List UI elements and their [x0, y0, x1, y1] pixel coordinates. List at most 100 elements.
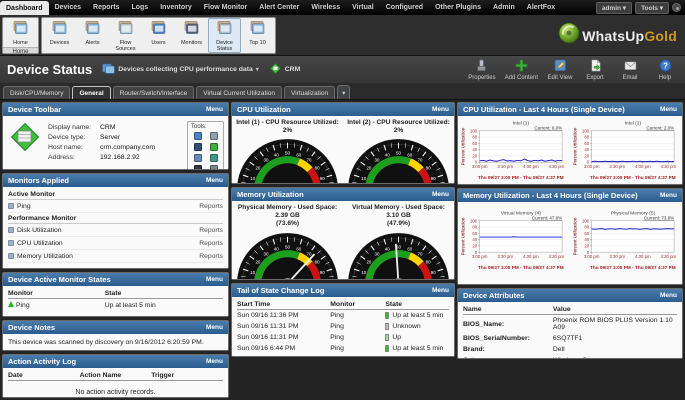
menu-item-reports[interactable]: Reports — [87, 0, 125, 15]
menu-item-configured[interactable]: Configured — [380, 0, 429, 15]
device-status-icon — [217, 21, 232, 39]
top-10-icon — [250, 21, 265, 39]
menu-button[interactable]: Menu — [206, 324, 223, 331]
svg-text:10: 10 — [361, 176, 366, 181]
line-chart: Physical Memory (5)Current: 73.8%0204060… — [570, 206, 682, 284]
panel-header: Monitors Applied Menu — [3, 174, 228, 187]
ribbon-item-flow-sources[interactable]: Flow Sources — [109, 18, 142, 53]
snmp-viewer-icon[interactable] — [210, 154, 218, 162]
menubar-right: admin ▾ Tools ▾ — [596, 0, 685, 15]
ribbon-item-home[interactable]: Home — [4, 18, 37, 47]
ribbon-item-label: Alerts — [85, 40, 99, 46]
menu-button[interactable]: Menu — [660, 106, 677, 113]
line-chart: Virtual Memory (4)Current: 47.8%02040608… — [458, 206, 570, 284]
add-content-button[interactable]: Add Content — [505, 59, 538, 81]
telnet-tool-icon[interactable] — [194, 165, 202, 169]
menu-item-alertfox[interactable]: AlertFox — [521, 0, 561, 15]
network-tools-icon[interactable] — [210, 132, 218, 140]
svg-text:20: 20 — [255, 259, 260, 264]
svg-text:20: 20 — [584, 243, 589, 248]
tools-menu-button[interactable]: Tools ▾ — [635, 2, 669, 14]
menu-button[interactable]: Menu — [206, 177, 223, 184]
ribbon-item-label: Flow Sources — [110, 40, 141, 52]
ribbon-item-monitors[interactable]: Monitors — [175, 18, 208, 53]
tab-virtual-current-utilization[interactable]: Virtual Current Utilization — [196, 86, 282, 99]
session-round-icon[interactable] — [672, 3, 681, 12]
ribbon-item-top-10[interactable]: Top 10 — [241, 18, 274, 53]
svg-text:80: 80 — [315, 259, 320, 264]
menu-button[interactable]: Menu — [660, 192, 677, 199]
gauge-label: Intel (2) - CPU Resource Utilized: 2% — [343, 116, 454, 136]
ribbon-item-devices[interactable]: Devices — [43, 18, 76, 53]
attribute-rows: BIOS_Name:Phoenix ROM BIOS PLUS Version … — [463, 315, 677, 358]
menu-item-dashboard[interactable]: Dashboard — [0, 1, 49, 15]
web-browse-icon[interactable] — [194, 132, 202, 140]
menu-item-wireless[interactable]: Wireless — [305, 0, 346, 15]
menu-item-admin[interactable]: Admin — [487, 0, 521, 15]
reports-link[interactable]: Reports — [199, 253, 223, 260]
gauge: 0102030405060708090100 — [343, 230, 454, 279]
menu-item-alert-center[interactable]: Alert Center — [253, 0, 305, 15]
edit-view-button[interactable]: Edit View — [547, 59, 573, 81]
device-attributes-panel: Device Attributes Menu Name Value BIOS_N… — [457, 288, 683, 359]
svg-text:20: 20 — [584, 153, 589, 158]
export-button[interactable]: Export — [582, 59, 608, 81]
svg-text:Thu 09/27 3:00 PM - Thu 09/27: Thu 09/27 3:00 PM - Thu 09/27 4:37 PM — [590, 265, 676, 270]
ribbon-group-label: Favorites — [42, 53, 275, 54]
device-properties-icon[interactable] — [210, 165, 218, 169]
manage-device-icon[interactable] — [210, 143, 218, 151]
whatsupgold-logo: WhatsUpGold — [558, 22, 677, 49]
ribbon-item-users[interactable]: Users — [142, 18, 175, 53]
reports-link[interactable]: Reports — [199, 227, 223, 234]
menu-item-devices[interactable]: Devices — [49, 0, 87, 15]
tab-virtualization[interactable]: Virtualization — [284, 86, 335, 99]
menu-button[interactable]: Menu — [206, 358, 223, 365]
tab-general[interactable]: General — [72, 86, 110, 99]
svg-text:4:30 pm: 4:30 pm — [549, 164, 565, 169]
add-content-icon — [515, 59, 528, 74]
device-selector[interactable]: CRM — [269, 62, 300, 77]
user-menu-button[interactable]: admin ▾ — [596, 2, 632, 14]
ribbon-item-alerts[interactable]: Alerts — [76, 18, 109, 53]
reports-link[interactable]: Reports — [199, 203, 223, 210]
gauge-label: Physical Memory - Used Space: 2.39 GB(73… — [232, 201, 343, 230]
svg-text:3:00 pm: 3:00 pm — [472, 254, 488, 259]
device-group-selector[interactable]: Devices collecting CPU performance data … — [102, 63, 259, 76]
menu-button[interactable]: Menu — [660, 292, 677, 299]
device-fields: Display name:CRM Device type:Server Host… — [48, 121, 180, 167]
monitors-applied-panel: Monitors Applied Menu Active MonitorPing… — [2, 173, 229, 269]
properties-button[interactable]: Properties — [468, 59, 495, 81]
tab-disk-cpu-memory[interactable]: Disk/CPU/Memory — [3, 86, 70, 99]
server-device-icon — [9, 121, 41, 167]
reports-link[interactable]: Reports — [199, 240, 223, 247]
email-button[interactable]: Email — [617, 59, 643, 81]
remote-desktop-icon[interactable] — [194, 143, 202, 151]
menu-item-flow-monitor[interactable]: Flow Monitor — [198, 0, 254, 15]
alerts-icon — [85, 21, 100, 39]
menu-item-inventory[interactable]: Inventory — [154, 0, 198, 15]
menu-button[interactable]: Menu — [432, 106, 449, 113]
menu-button[interactable]: Menu — [432, 191, 449, 198]
gauge: 0102030405060708090100 — [343, 136, 454, 183]
ribbon-item-device-status[interactable]: Device Status — [208, 18, 241, 53]
menu-button[interactable]: Menu — [206, 106, 223, 113]
menu-button[interactable]: Menu — [206, 276, 223, 283]
help-button[interactable]: ?Help — [652, 59, 678, 81]
panel-title: Tail of State Change Log — [237, 286, 324, 295]
tab-router-switch-interface[interactable]: Router/Switch/Interface — [113, 86, 195, 99]
svg-text:40: 40 — [472, 147, 477, 152]
menubar-items: DashboardDevicesReportsLogsInventoryFlow… — [0, 0, 561, 15]
tab-overflow-button[interactable]: ▾ — [337, 85, 350, 99]
menu-button[interactable]: Menu — [432, 287, 449, 294]
panel-title: Device Toolbar — [8, 105, 61, 114]
device-diamond-icon — [269, 62, 282, 77]
ping-tool-icon[interactable] — [194, 154, 202, 162]
up-state-icon — [8, 301, 14, 307]
svg-text:60: 60 — [472, 141, 477, 146]
panel-header: CPU Utilization Menu — [232, 103, 454, 116]
menu-item-other-plugins[interactable]: Other Plugins — [429, 0, 487, 15]
menu-item-logs[interactable]: Logs — [125, 0, 154, 15]
table-row: BIOS_SerialNumber:6SQ7TF1 — [463, 333, 677, 344]
svg-text:4:00 pm: 4:00 pm — [635, 254, 651, 259]
menu-item-virtual[interactable]: Virtual — [346, 0, 380, 15]
